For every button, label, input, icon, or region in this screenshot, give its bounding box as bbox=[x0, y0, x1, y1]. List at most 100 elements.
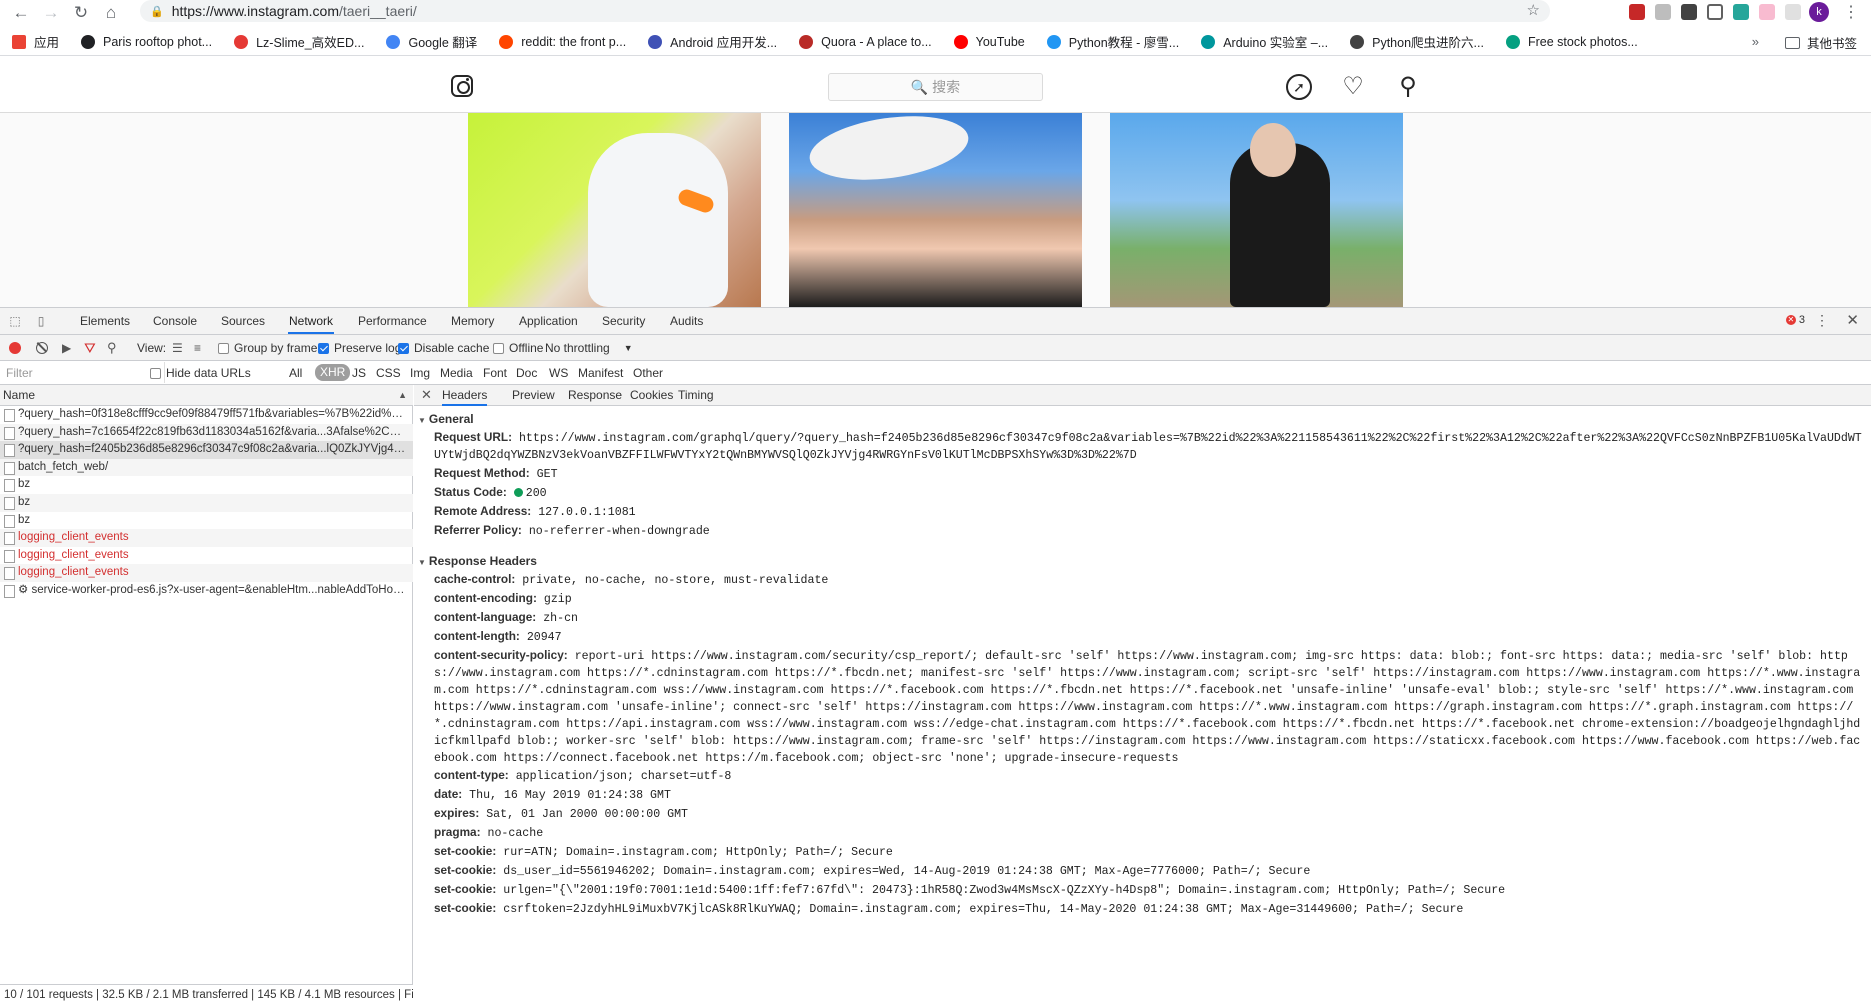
request-row[interactable]: logging_client_events bbox=[0, 529, 413, 547]
user-profile-icon[interactable]: ⚲ bbox=[1395, 74, 1421, 100]
filter-icon[interactable]: ⛛ bbox=[84, 340, 96, 356]
request-row[interactable]: bz bbox=[0, 476, 413, 494]
tab-sources[interactable]: Sources bbox=[220, 308, 266, 334]
bookmark-item[interactable]: Android 应用开发... bbox=[648, 32, 777, 51]
search-input[interactable]: 🔍 搜索 bbox=[828, 73, 1043, 101]
bookmark-item[interactable]: Lz-Slime_高效ED... bbox=[234, 32, 364, 51]
extension-icon[interactable] bbox=[1681, 4, 1697, 20]
request-row[interactable]: logging_client_events bbox=[0, 564, 413, 582]
filter-type-css[interactable]: CSS bbox=[376, 365, 401, 381]
device-toolbar-icon[interactable]: ▯ bbox=[34, 314, 48, 328]
checkbox[interactable] bbox=[150, 367, 161, 379]
bookmark-item[interactable]: Google 翻译 bbox=[386, 32, 477, 51]
extension-icon[interactable] bbox=[1707, 4, 1723, 20]
extension-icon[interactable] bbox=[1733, 4, 1749, 20]
request-row[interactable]: bz bbox=[0, 512, 413, 530]
filter-type-doc[interactable]: Doc bbox=[516, 365, 537, 381]
large-rows-icon[interactable]: ☰ bbox=[172, 340, 183, 356]
tab-network[interactable]: Network bbox=[288, 308, 335, 334]
bookmark-item[interactable]: Python教程 - 廖雪... bbox=[1046, 32, 1179, 51]
record-button[interactable] bbox=[9, 342, 21, 354]
filter-type-manifest[interactable]: Manifest bbox=[578, 365, 623, 381]
bookmark-star-icon[interactable]: ☆ bbox=[1527, 1, 1540, 19]
bookmark-item[interactable]: Python爬虫进阶六... bbox=[1350, 32, 1484, 51]
response-headers-toggle[interactable]: ▼ Response Headers bbox=[414, 551, 1871, 571]
reload-icon[interactable]: ↻ bbox=[66, 2, 96, 24]
post-thumbnail[interactable] bbox=[468, 113, 761, 307]
detail-tab-timing[interactable]: Timing bbox=[678, 385, 714, 406]
filter-type-media[interactable]: Media bbox=[440, 365, 473, 381]
extension-icon[interactable] bbox=[1785, 4, 1801, 20]
disable-cache-checkbox[interactable]: Disable cache bbox=[398, 340, 489, 356]
name-column-header[interactable]: Name ▲ bbox=[0, 385, 413, 406]
tab-elements[interactable]: Elements bbox=[79, 308, 131, 334]
detail-tab-preview[interactable]: Preview bbox=[512, 385, 555, 406]
address-bar[interactable]: 🔒 https://www.instagram.com/taeri__taeri… bbox=[140, 0, 1550, 22]
general-section-toggle[interactable]: ▼ General bbox=[414, 409, 1871, 429]
close-detail-icon[interactable]: ✕ bbox=[421, 387, 432, 403]
error-counter[interactable]: ✕ 3 bbox=[1785, 314, 1805, 326]
profile-avatar[interactable]: k bbox=[1809, 2, 1829, 22]
filter-type-js[interactable]: JS bbox=[352, 365, 366, 381]
filter-type-ws[interactable]: WS bbox=[549, 365, 568, 381]
offline-checkbox[interactable]: Offline bbox=[493, 340, 543, 356]
post-thumbnail[interactable] bbox=[1110, 113, 1403, 307]
tab-audits[interactable]: Audits bbox=[669, 308, 704, 334]
inspect-element-icon[interactable]: ⬚ bbox=[8, 314, 22, 328]
extension-icon[interactable] bbox=[1759, 4, 1775, 20]
request-row[interactable]: ⚙ service-worker-prod-es6.js?x-user-agen… bbox=[0, 582, 413, 600]
overview-icon[interactable]: ≡ bbox=[194, 340, 201, 356]
back-arrow-icon[interactable]: ← bbox=[6, 2, 36, 24]
filter-type-all[interactable]: All bbox=[289, 365, 302, 381]
bookmarks-overflow-icon[interactable]: » bbox=[1752, 34, 1759, 49]
filter-type-xhr[interactable]: XHR bbox=[315, 364, 351, 381]
capture-screenshots-icon[interactable]: ▶ bbox=[62, 340, 71, 356]
request-row[interactable]: bz bbox=[0, 493, 413, 512]
forward-arrow-icon[interactable]: → bbox=[36, 2, 66, 24]
preserve-log-checkbox[interactable]: Preserve log bbox=[318, 340, 401, 356]
filter-type-other[interactable]: Other bbox=[633, 365, 663, 381]
tab-security[interactable]: Security bbox=[601, 308, 646, 334]
bookmark-item[interactable]: Quora - A place to... bbox=[799, 34, 932, 49]
instagram-logo-icon[interactable] bbox=[451, 75, 473, 97]
bookmark-item[interactable]: Paris rooftop phot... bbox=[81, 34, 212, 49]
search-icon[interactable]: ⚲ bbox=[107, 340, 117, 356]
filter-type-font[interactable]: Font bbox=[483, 365, 507, 381]
filter-input[interactable] bbox=[0, 362, 165, 383]
request-row[interactable]: batch_fetch_web/ bbox=[0, 458, 413, 477]
tab-performance[interactable]: Performance bbox=[357, 308, 428, 334]
hide-data-urls-checkbox[interactable]: Hide data URLs bbox=[150, 365, 251, 381]
filter-type-img[interactable]: Img bbox=[410, 365, 430, 381]
detail-tab-cookies[interactable]: Cookies bbox=[630, 385, 673, 406]
checkbox[interactable] bbox=[218, 342, 229, 354]
tab-memory[interactable]: Memory bbox=[450, 308, 495, 334]
checkbox[interactable] bbox=[493, 342, 504, 354]
chrome-menu-icon[interactable]: ⋮ bbox=[1843, 2, 1859, 22]
detail-tab-headers[interactable]: Headers bbox=[442, 385, 488, 406]
close-devtools-icon[interactable]: ✕ bbox=[1846, 311, 1859, 329]
request-row[interactable]: ?query_hash=0f318e8cfff9cc9ef09f88479ff5… bbox=[0, 406, 413, 424]
bookmark-item[interactable]: YouTube bbox=[953, 34, 1025, 49]
bookmark-item[interactable]: reddit: the front p... bbox=[499, 34, 626, 49]
bookmark-item[interactable]: Arduino 实验室 –... bbox=[1201, 32, 1328, 51]
adblock-extension-icon[interactable] bbox=[1629, 4, 1645, 20]
other-bookmarks[interactable]: 其他书签 bbox=[1784, 33, 1857, 52]
post-thumbnail[interactable] bbox=[789, 113, 1082, 307]
home-icon[interactable]: ⌂ bbox=[96, 2, 126, 24]
checkbox[interactable] bbox=[398, 342, 409, 354]
bookmark-item[interactable]: 应用 bbox=[12, 32, 59, 51]
request-row[interactable]: logging_client_events bbox=[0, 547, 413, 565]
throttling-select[interactable]: No throttling ▼ bbox=[545, 340, 633, 356]
clear-button[interactable] bbox=[36, 342, 48, 354]
request-row[interactable]: ?query_hash=7c16654f22c819fb63d1183034a5… bbox=[0, 423, 413, 442]
bookmark-item[interactable]: Free stock photos... bbox=[1505, 34, 1638, 49]
explore-compass-icon[interactable]: ➚ bbox=[1286, 74, 1312, 100]
tab-application[interactable]: Application bbox=[518, 308, 579, 334]
checkbox[interactable] bbox=[318, 342, 329, 354]
devtools-menu-icon[interactable]: ⋮ bbox=[1815, 312, 1829, 329]
request-row[interactable]: ?query_hash=f2405b236d85e8296cf30347c9f0… bbox=[0, 441, 413, 459]
extension-icon[interactable] bbox=[1655, 4, 1671, 20]
tab-console[interactable]: Console bbox=[152, 308, 198, 334]
group-by-frame-checkbox[interactable]: Group by frame bbox=[218, 340, 317, 356]
heart-icon[interactable]: ♡ bbox=[1340, 74, 1366, 100]
